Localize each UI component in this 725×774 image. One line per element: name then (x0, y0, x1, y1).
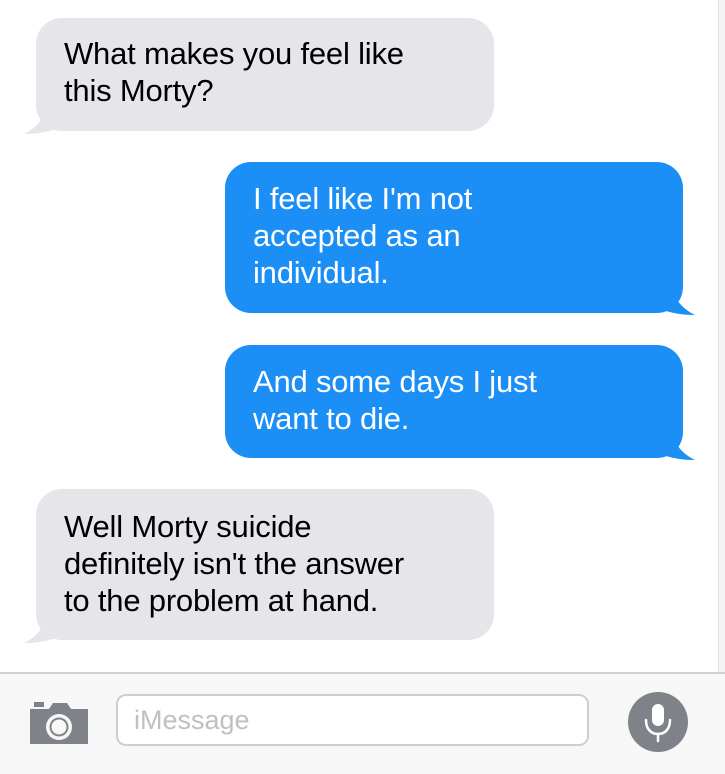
imessage-screen: What makes you feel like this Morty? I f… (0, 0, 725, 774)
message-input-placeholder: iMessage (134, 705, 250, 735)
microphone-button[interactable] (628, 692, 688, 752)
scroll-edge (718, 0, 725, 672)
bubble-tail (24, 612, 64, 643)
message-bubble-outgoing[interactable]: And some days I just want to die. (225, 345, 683, 458)
message-bubble-incoming: What makes you feel like this Morty? (36, 18, 494, 131)
message-bubble-incoming: Well Morty suicide definitely isn't the … (36, 489, 494, 640)
microphone-icon (644, 704, 672, 743)
camera-icon (30, 702, 88, 744)
bubble-tail (24, 103, 64, 134)
message-input[interactable]: iMessage (116, 694, 589, 746)
bubble-tail (655, 429, 695, 460)
message-bubble-outgoing[interactable]: I feel like I'm not accepted as an indiv… (225, 162, 683, 313)
message-composer: iMessage (0, 672, 725, 774)
camera-button[interactable] (28, 700, 90, 746)
bubble-tail (655, 284, 695, 315)
message-thread: What makes you feel like this Morty? I f… (0, 0, 718, 672)
